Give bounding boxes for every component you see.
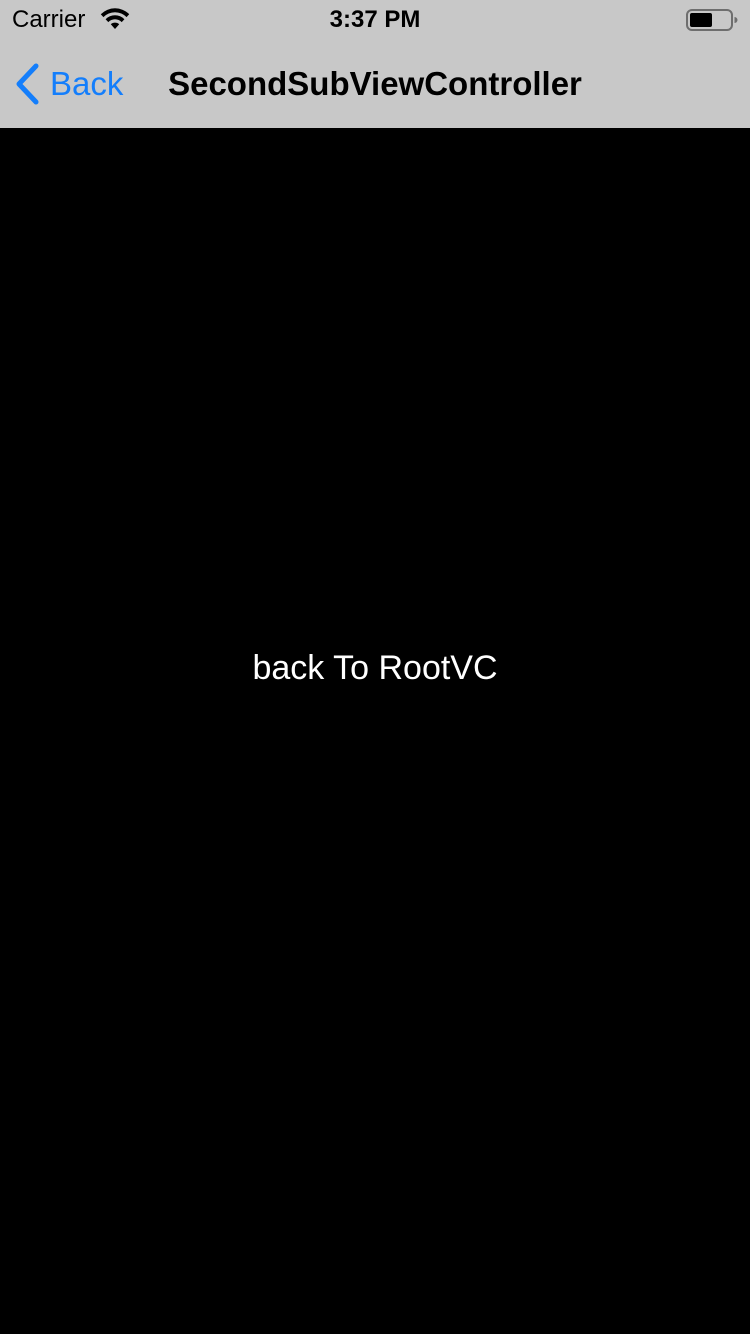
back-button[interactable]: Back bbox=[14, 62, 123, 106]
status-time: 3:37 PM bbox=[329, 6, 421, 33]
navigation-bar: SecondSubViewController Back bbox=[0, 40, 750, 128]
back-to-root-button[interactable]: back To RootVC bbox=[225, 644, 525, 692]
battery-icon bbox=[686, 9, 738, 31]
back-label: Back bbox=[50, 65, 124, 102]
chevron-left-icon bbox=[16, 63, 39, 105]
top-bars: Carrier 3:37 PM SecondSubViewController … bbox=[0, 0, 750, 128]
status-bar: Carrier 3:37 PM bbox=[0, 0, 750, 40]
main-content: back To RootVC bbox=[0, 128, 750, 1334]
